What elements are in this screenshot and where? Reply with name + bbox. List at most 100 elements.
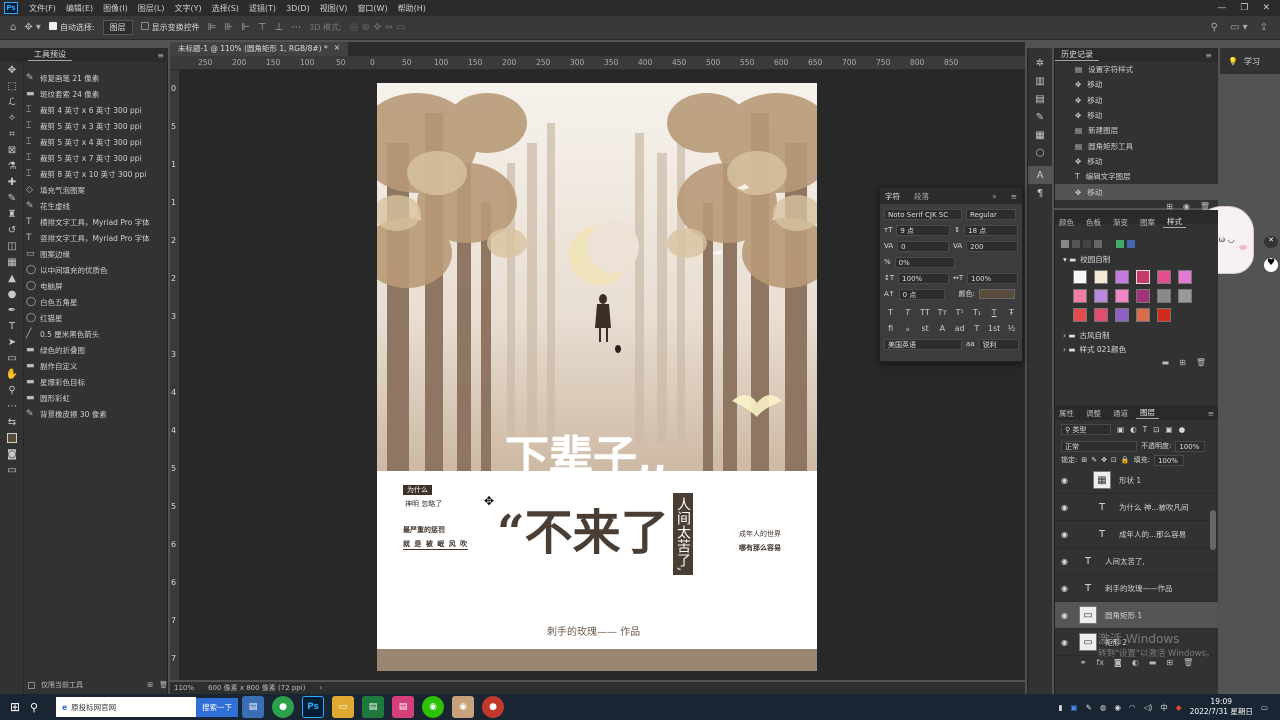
ligatures-button[interactable]: fi: [884, 324, 897, 333]
history-item[interactable]: ✥ 移动: [1055, 154, 1218, 169]
lock-all-icon[interactable]: 🔒: [1121, 456, 1130, 464]
history-item[interactable]: ✥ 移动: [1055, 108, 1218, 123]
menu-help[interactable]: 帮助(H): [393, 3, 431, 14]
fx-icon[interactable]: fx: [1096, 658, 1104, 667]
menu-type[interactable]: 文字(Y): [169, 3, 206, 14]
minimize-icon[interactable]: —: [1217, 3, 1226, 13]
visibility-eye-icon[interactable]: ◉: [1061, 530, 1071, 539]
lock-position-icon[interactable]: ✥: [1101, 456, 1107, 464]
style-chip[interactable]: [1083, 240, 1091, 248]
menu-edit[interactable]: 编辑(E): [61, 3, 98, 14]
new-folder-icon[interactable]: ▬: [1162, 358, 1170, 367]
notification-icon[interactable]: ▭: [1261, 703, 1268, 712]
delete-preset-icon[interactable]: 🗑: [159, 681, 168, 689]
tray-network-icon[interactable]: ▣: [1071, 703, 1078, 712]
preset-item[interactable]: ◯ 电脑屏: [26, 278, 158, 294]
preset-item[interactable]: ⌶ 裁剪 5 英寸 x 4 英寸 300 ppi: [26, 134, 158, 150]
layer-row[interactable]: ◉ ▦ 形状 1: [1055, 467, 1218, 494]
font-family-dropdown[interactable]: Noto Serif CJK SC: [884, 208, 962, 220]
align-middle-icon[interactable]: ⊥: [275, 22, 284, 33]
stamp-tool-icon[interactable]: ♜: [0, 206, 24, 222]
healing-brush-icon[interactable]: ✚: [0, 174, 24, 190]
tab-paragraph[interactable]: 段落: [909, 191, 934, 202]
menu-window[interactable]: 窗口(W): [352, 3, 392, 14]
visibility-eye-icon[interactable]: ◉: [1061, 476, 1071, 485]
auto-select-dropdown[interactable]: 图层: [102, 20, 133, 35]
zoom-level[interactable]: 110%: [174, 684, 194, 692]
delete-layer-icon[interactable]: 🗑: [1183, 658, 1193, 667]
style-swatch[interactable]: [1136, 308, 1150, 322]
preset-item[interactable]: ⌶ 裁剪 4 英寸 x 6 英寸 300 ppi: [26, 102, 158, 118]
link-layers-icon[interactable]: ⚭: [1080, 658, 1087, 667]
3d-panel-icon[interactable]: ⬡: [1028, 144, 1052, 162]
preset-item[interactable]: ◯ 白色五角星: [26, 294, 158, 310]
style-chip[interactable]: [1116, 240, 1124, 248]
preset-item[interactable]: ✎ 修复画笔 21 像素: [26, 70, 158, 86]
magic-wand-icon[interactable]: ✧: [0, 110, 24, 126]
tray-volume-icon[interactable]: ◁): [1144, 703, 1153, 712]
tab-properties[interactable]: 属性: [1055, 408, 1078, 419]
text-color-swatch[interactable]: [979, 289, 1016, 299]
font-size-input[interactable]: 9 点: [896, 224, 951, 236]
faux-bold-button[interactable]: T: [884, 308, 897, 317]
tab-patterns[interactable]: 图案: [1136, 217, 1159, 228]
style-swatch[interactable]: [1115, 270, 1129, 284]
menu-image[interactable]: 图像(I): [98, 3, 133, 14]
gradient-tool-icon[interactable]: ▦: [0, 254, 24, 270]
windows-start-icon[interactable]: ⊞: [0, 700, 30, 714]
tab-color[interactable]: 颜色: [1055, 217, 1078, 228]
layer-row[interactable]: ◉ T 为什么 神...被吹凡间: [1055, 494, 1218, 521]
preset-item[interactable]: ▬ 绿色的折叠图: [26, 342, 158, 358]
tab-adjustments[interactable]: 调整: [1082, 408, 1105, 419]
recorder-app-icon[interactable]: ●: [482, 696, 504, 718]
delete-style-icon[interactable]: 🗑: [1196, 358, 1206, 367]
current-tool-only-checkbox[interactable]: [28, 681, 35, 689]
tab-history[interactable]: 历史记录: [1055, 49, 1099, 61]
tray-security-icon[interactable]: ◆: [1176, 703, 1182, 712]
style-group-021[interactable]: › ▬ 样式 021颜色: [1055, 342, 1218, 356]
panel-menu-icon[interactable]: ≡: [1006, 192, 1022, 201]
style-group-ancient[interactable]: › ▬ 古风自制: [1055, 328, 1218, 342]
quick-mask-icon[interactable]: ◙: [0, 446, 24, 462]
panel-menu-icon[interactable]: ≡: [1204, 409, 1218, 418]
style-swatch[interactable]: [1157, 289, 1171, 303]
move-tool-icon[interactable]: ✥ ▾: [24, 22, 41, 33]
taskbar-clock[interactable]: 19:09 2022/7/31 星期日: [1190, 697, 1253, 717]
workspace-icon[interactable]: ▭ ▾: [1230, 22, 1248, 33]
preset-item[interactable]: ◯ 以中间填充的优质色: [26, 262, 158, 278]
blur-tool-icon[interactable]: ▲: [0, 270, 24, 286]
history-item[interactable]: ▤ 设置字符样式: [1055, 62, 1218, 77]
panel-menu-icon[interactable]: ≡: [1199, 51, 1218, 60]
close-window-icon[interactable]: ✕: [1262, 3, 1270, 13]
style-swatch[interactable]: [1073, 270, 1087, 284]
style-swatch[interactable]: [1073, 308, 1087, 322]
style-swatch[interactable]: [1157, 308, 1171, 322]
tray-pen-icon[interactable]: ✎: [1086, 703, 1092, 712]
filter-shape-icon[interactable]: ⊡: [1153, 425, 1159, 434]
layer-row[interactable]: ◉ T 人间太苦了,: [1055, 548, 1218, 575]
tab-tool-presets[interactable]: 工具预设: [28, 49, 72, 61]
taskbar-search-box[interactable]: e 原投标网官网: [56, 697, 196, 717]
swap-colors-icon[interactable]: ⇆: [0, 414, 24, 430]
contextual-alt-button[interactable]: ℴ: [901, 324, 914, 333]
preset-item[interactable]: ◯ 红猫星: [26, 310, 158, 326]
dodge-tool-icon[interactable]: ●: [0, 286, 24, 302]
new-adjustment-icon[interactable]: ◐: [1132, 658, 1139, 667]
navigator-icon[interactable]: ▤: [1028, 90, 1052, 108]
small-caps-button[interactable]: Tт: [936, 308, 949, 317]
history-item[interactable]: ✥ 移动: [1055, 77, 1218, 92]
preset-item[interactable]: ▬ 圆形彩虹: [26, 390, 158, 406]
style-swatch[interactable]: [1094, 308, 1108, 322]
blend-mode-dropdown[interactable]: 正常: [1061, 440, 1137, 452]
new-layer-icon[interactable]: ⊞: [1166, 658, 1173, 667]
crop-tool-icon[interactable]: ⌗: [0, 126, 24, 142]
leading-input[interactable]: 18 点: [964, 224, 1019, 236]
tab-character[interactable]: 字符: [880, 191, 905, 202]
shape-tool-icon[interactable]: ▭: [0, 350, 24, 366]
style-swatch[interactable]: [1178, 289, 1192, 303]
subscript-button[interactable]: T₁: [970, 308, 983, 317]
visibility-eye-icon[interactable]: ◉: [1061, 503, 1071, 512]
horizontal-scale-input[interactable]: 100%: [967, 272, 1018, 284]
opacity-input[interactable]: 100%: [1175, 440, 1206, 452]
preset-item[interactable]: ✎ 花生虚线: [26, 198, 158, 214]
